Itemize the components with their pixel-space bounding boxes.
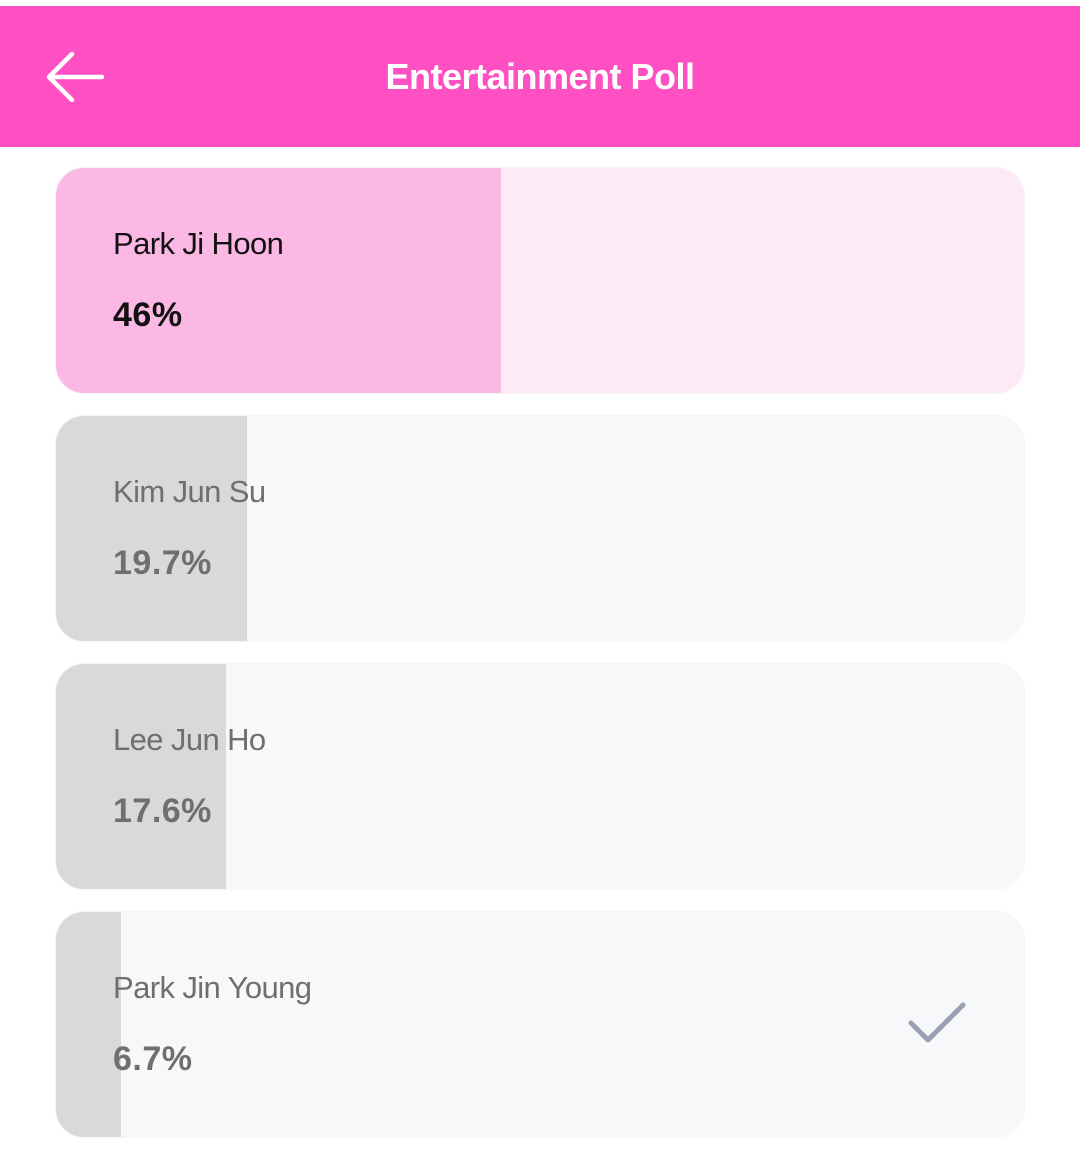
poll-options-list: Park Ji Hoon 46% Kim Jun Su 19.7% Lee Ju…: [56, 168, 1024, 1160]
poll-option-result-bar: [56, 168, 502, 393]
arrow-left-icon: [46, 52, 104, 102]
back-button[interactable]: [36, 42, 114, 112]
poll-option-result-bar: [56, 416, 247, 641]
poll-option-result-bar: [56, 664, 227, 889]
poll-option-percent: 46%: [113, 296, 183, 334]
poll-option-percent: 6.7%: [113, 1040, 193, 1078]
poll-option-percent: 19.7%: [113, 544, 212, 582]
poll-option-name: Park Jin Young: [113, 970, 312, 1005]
poll-option-name: Kim Jun Su: [113, 474, 266, 509]
poll-option-park-ji-hoon[interactable]: Park Ji Hoon 46%: [56, 168, 1024, 393]
poll-option-kim-jun-su[interactable]: Kim Jun Su 19.7%: [56, 416, 1024, 641]
page-title: Entertainment Poll: [385, 55, 695, 97]
poll-option-park-jin-young[interactable]: Park Jin Young 6.7%: [56, 912, 1024, 1137]
poll-option-result-bar: [56, 912, 121, 1137]
poll-option-name: Lee Jun Ho: [113, 722, 266, 757]
poll-option-name: Park Ji Hoon: [113, 226, 284, 261]
checkmark-icon: [908, 1002, 966, 1043]
app-header: Entertainment Poll: [0, 6, 1080, 147]
poll-option-lee-jun-ho[interactable]: Lee Jun Ho 17.6%: [56, 664, 1024, 889]
poll-option-percent: 17.6%: [113, 792, 212, 830]
